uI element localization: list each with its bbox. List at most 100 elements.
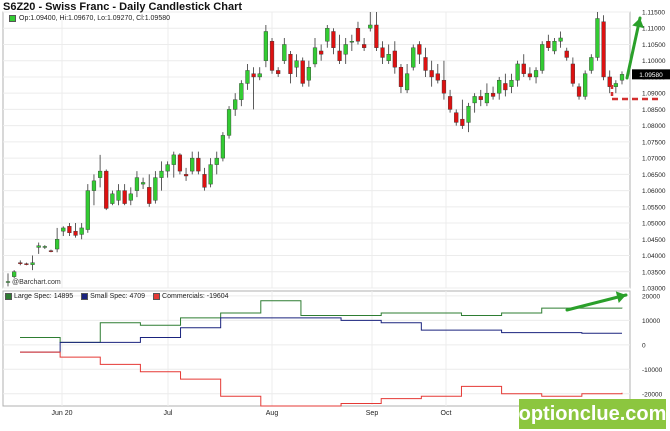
watermark-logo: optionclue.com [519,399,666,429]
candle-body [257,73,262,78]
candle-body [12,271,17,277]
candle-body [122,190,127,204]
price-tick-label: 1.10000 [642,58,666,65]
candle-body [355,28,361,42]
candle-body [454,112,459,123]
chart-title: S6Z20 - Swiss Franc - Daily Candlestick … [3,1,243,13]
candle-body [478,96,483,100]
candle-body [337,50,342,61]
candle-body [429,70,434,78]
candle-body [134,177,140,191]
candle-body [570,63,575,84]
candle-body [325,28,330,42]
x-tick-label: Aug [266,410,279,417]
legend-commercials: Commercials: -19604 [153,293,229,300]
candle-body [362,44,367,48]
candle-body [583,73,588,97]
price-tick-label: 1.08000 [642,123,666,130]
x-tick-label: Jul [164,410,173,417]
candle-body [85,190,90,230]
candle-body [472,96,477,104]
candle-body [110,193,115,204]
candle-body [619,74,625,81]
price-tick-label: 1.10500 [642,42,666,49]
candle-body [183,174,189,177]
ohlc-legend: Op:1.09400, Hi:1.09670, Lo:1.09270, Cl:1… [9,15,170,22]
candle-body [576,86,582,97]
x-tick-label: Oct [441,410,452,417]
candle-body [226,109,232,136]
candle-body [398,66,404,87]
candle-body [466,105,471,123]
small-spec-swatch [81,293,89,300]
candle-body [116,190,121,201]
candle-body [417,44,422,55]
cot-tick-label: 0 [642,342,646,349]
candle-body [18,262,23,264]
candle-body [282,44,287,61]
cot-tick-label: -10000 [642,367,663,374]
candle-body [343,44,348,55]
candle-body [67,226,72,233]
candle-body [319,50,324,55]
price-panel: 1.115001.110001.105001.100001.095001.090… [2,10,670,293]
candle-body [30,262,35,265]
candle-body [423,57,428,71]
x-tick-label: Jun 20 [51,410,72,417]
candle-body [380,47,385,58]
price-tick-label: 1.11500 [642,10,665,17]
candle-body [392,50,397,68]
candle-body [552,41,557,52]
candle-body [239,83,244,100]
candle-body [527,73,533,78]
candle-body [55,239,60,250]
price-tick-label: 1.05500 [642,204,666,211]
price-tick-label: 1.06000 [642,188,666,195]
cot-tick-label: 10000 [642,318,660,325]
candle-body [220,135,226,159]
candle-body [613,83,618,87]
candle-body [564,50,569,58]
candle-body [484,92,490,104]
price-tick-label: 1.11000 [642,26,665,33]
last-price-label: 1.09580 [639,72,663,79]
candle-body [73,230,78,236]
candle-body [368,24,373,29]
candle-body [91,180,97,191]
candle-body [589,57,594,71]
candle-body [147,187,152,204]
candle-body [540,44,545,71]
annotation-arrow-price-head [632,18,644,29]
candle-body [196,157,201,172]
price-tick-label: 1.07500 [642,139,666,146]
candle-body [61,227,66,232]
ohlc-swatch [9,15,16,22]
candle-body [294,60,299,68]
price-tick-label: 1.04000 [642,253,666,260]
legend-small-spec: Small Spec: 4709 [81,293,145,300]
candle-body [36,245,41,248]
candle-body [601,21,606,78]
candle-body [288,54,293,74]
candle-body [245,70,250,84]
candle-body [48,250,54,252]
candle-body [153,177,158,201]
candle-body [441,79,447,94]
chart-canvas: 1.115001.110001.105001.100001.095001.090… [2,10,670,417]
candle-body [503,83,508,91]
large-spec-swatch [5,293,12,300]
candle-body [460,118,465,126]
cot-plot-area [2,290,631,407]
candle-body [533,70,539,78]
commercials-swatch [153,293,161,300]
candle-body [404,73,410,91]
candle-body [306,66,311,81]
candle-body [165,164,170,172]
candle-body [190,157,195,172]
candle-body [202,174,207,188]
candle-body [447,96,453,110]
ohlc-summary: Op:1.09400, Hi:1.09670, Lo:1.09270, Cl:1… [19,15,171,22]
candle-body [171,154,176,165]
price-tick-label: 1.05000 [642,221,666,228]
candle-body [558,37,563,42]
